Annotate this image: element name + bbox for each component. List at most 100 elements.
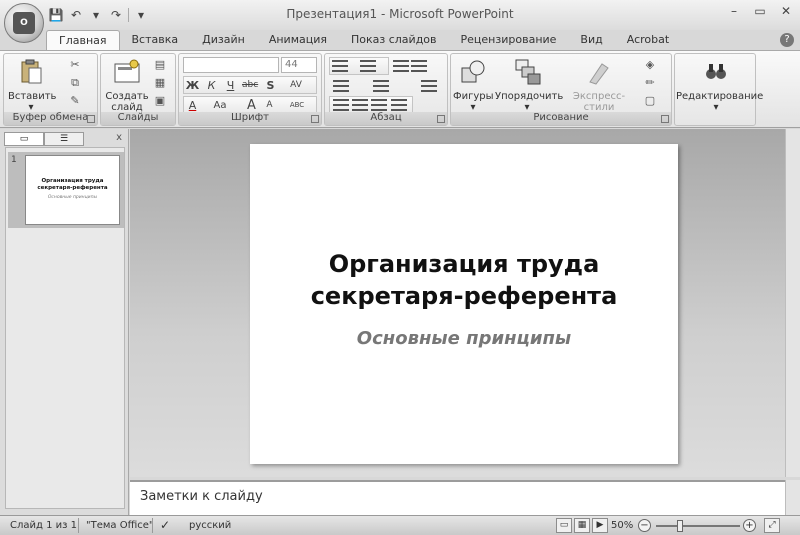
normal-view-button[interactable]: ▭ [556,518,572,533]
reset-slide-icon[interactable]: ▦ [151,76,169,92]
shapes-label: Фигуры [453,91,494,102]
editing-button[interactable]: Редактирование ▾ [676,58,763,113]
justify-icon[interactable] [391,98,407,112]
zoom-in-button[interactable]: + [743,519,756,532]
zoom-level[interactable]: 50% [611,520,633,531]
text-direction-icon[interactable] [333,79,349,93]
align-left-icon[interactable] [333,98,349,112]
group-label-paragraph: Абзац [325,112,447,125]
new-slide-button[interactable]: Создать слайд [104,58,150,113]
help-icon[interactable]: ? [780,33,794,47]
slide-canvas[interactable]: Организация труда секретаря-референта Ос… [250,144,678,464]
font-size-box[interactable]: 44 [281,57,317,73]
align-text-icon[interactable] [373,79,389,93]
bullets-icon[interactable] [332,59,348,73]
shapes-button[interactable]: Фигуры ▾ [453,58,494,113]
tab-view[interactable]: Вид [568,30,614,50]
slide-title-line-1: Организация труда [328,250,600,278]
shadow-button[interactable]: S [262,76,279,93]
shape-effects-icon[interactable]: ▢ [641,94,659,110]
chevron-down-icon: ▾ [713,102,719,113]
notes-scrollbar[interactable] [785,480,800,515]
office-button[interactable]: O [4,3,44,43]
tab-home[interactable]: Главная [46,30,120,50]
zoom-slider[interactable] [656,525,740,527]
language-indicator[interactable]: русский [189,520,231,531]
close-button[interactable]: ✕ [778,4,794,20]
grow-font-button[interactable]: A [243,96,260,113]
slide-thumbnails-list: 1 Организация труда секретаря-референта … [5,147,125,509]
group-label-drawing: Рисование [451,112,671,125]
thumbnail-title: Организация труда секретаря-референта [37,178,108,191]
cut-icon[interactable]: ✂ [66,58,84,74]
clear-formatting-button[interactable]: ABC [285,96,309,113]
slide-subtitle[interactable]: Основные принципы [250,328,678,349]
font-name-box[interactable] [183,57,279,73]
slide-number: 1 [11,155,17,165]
arrange-icon [515,59,541,85]
delete-slide-icon[interactable]: ▣ [151,94,169,110]
fit-to-window-button[interactable]: ⤢ [764,518,780,533]
font-color-button[interactable]: A [184,96,201,113]
underline-button[interactable]: Ч [222,76,239,93]
restore-button[interactable]: ▭ [752,4,768,20]
ribbon: Вставить ▾ ✂ ⧉ ✎ Буфер обмена Создать сл… [0,50,800,128]
minimize-button[interactable]: – [726,4,742,20]
notes-placeholder: Заметки к слайду [140,489,263,504]
tab-review[interactable]: Рецензирование [449,30,569,50]
align-right-icon[interactable] [371,98,387,112]
increase-indent-icon[interactable] [411,59,427,73]
numbering-icon[interactable] [360,59,376,73]
paste-button[interactable]: Вставить ▾ [8,58,56,113]
tab-insert[interactable]: Вставка [120,30,191,50]
strikethrough-button[interactable]: abc [241,76,258,93]
new-slide-label-1: Создать [105,91,149,102]
slide-sorter-button[interactable]: ▦ [574,518,590,533]
shrink-font-button[interactable]: A [261,96,278,113]
window-title: Презентация1 - Microsoft PowerPoint [286,7,514,21]
slide-thumbnail[interactable]: Организация труда секретаря-референта Ос… [25,155,120,225]
spellcheck-icon[interactable]: ✓ [160,518,170,532]
slide-counter: Слайд 1 из 1 [10,520,77,531]
align-center-icon[interactable] [352,98,368,112]
tab-slideshow[interactable]: Показ слайдов [339,30,449,50]
arrange-label: Упорядочить [495,91,564,102]
office-logo-icon: O [13,12,35,34]
vertical-scrollbar[interactable] [785,129,800,477]
copy-icon[interactable]: ⧉ [66,76,84,92]
group-drawing: Фигуры ▾ Упорядочить ▾ Экспресс-стили ▾ … [450,53,672,126]
zoom-out-button[interactable]: − [638,519,651,532]
thumbnail-subtitle: Основные принципы [47,195,98,200]
slide-thumbnail-item[interactable]: 1 Организация труда секретаря-референта … [8,152,124,228]
clipboard-dialog-launcher[interactable] [87,115,95,123]
zoom-slider-thumb[interactable] [677,520,683,532]
bold-button[interactable]: Ж [184,76,201,93]
paste-icon [21,59,42,84]
tab-outline-view[interactable]: ☰ [44,132,84,146]
status-separator [78,518,79,533]
format-painter-icon[interactable]: ✎ [66,94,84,110]
drawing-dialog-launcher[interactable] [661,115,669,123]
italic-button[interactable]: К [203,76,220,93]
font-dialog-launcher[interactable] [311,115,319,123]
decrease-indent-icon[interactable] [393,59,409,73]
layout-icon[interactable]: ▤ [151,58,169,74]
shape-outline-icon[interactable]: ✏ [641,76,659,92]
tab-animation[interactable]: Анимация [257,30,339,50]
smartart-icon[interactable] [421,79,437,93]
group-font: 44 Ж К Ч abc S AV A Aa A A ABC Шрифт [178,53,322,126]
tab-slides-view[interactable]: ▭ [4,132,44,146]
paragraph-dialog-launcher[interactable] [437,115,445,123]
tab-design[interactable]: Дизайн [190,30,257,50]
slideshow-button[interactable]: ▶ [592,518,608,533]
notes-pane[interactable]: Заметки к слайду [130,480,785,515]
shape-fill-icon[interactable]: ◈ [641,58,659,74]
window-controls: – ▭ ✕ [726,4,794,20]
char-spacing-button[interactable]: AV [281,76,311,93]
tab-acrobat[interactable]: Acrobat [615,30,681,50]
change-case-button[interactable]: Aa [209,96,231,113]
slide-title[interactable]: Организация труда секретаря-референта [250,248,678,312]
arrange-button[interactable]: Упорядочить ▾ [495,58,564,113]
theme-name[interactable]: "Тема Office" [86,520,154,531]
close-panel-icon[interactable]: x [116,132,122,143]
